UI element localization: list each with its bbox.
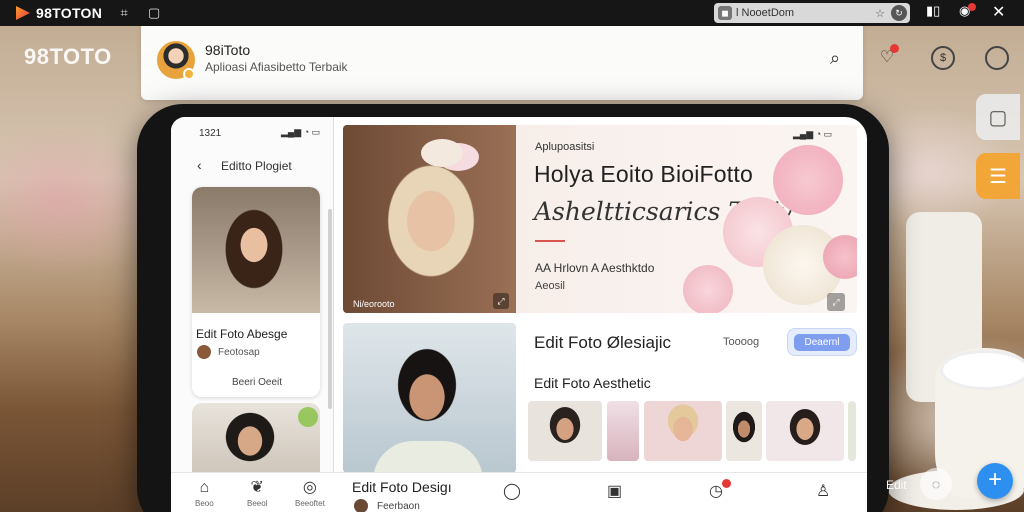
hero-caption: Ni/eorooto [353, 299, 395, 309]
bottom-nav: ⌂ Beoo ❦ Beeol ◎ Beeoftet ◯ ▣ ◷ ♙ [171, 472, 867, 512]
shirt-decoration [373, 441, 483, 473]
profile-icon[interactable] [985, 46, 1009, 70]
editor-button[interactable]: Deaernl [787, 328, 857, 356]
top-bar: 98TOTON ⌗ ▢ ◼ l NooetDom ☆ ↻ ▮▯ ◉ ✕ [0, 0, 1024, 26]
square-icon[interactable]: ▢ [146, 5, 162, 21]
plus-icon: + [987, 466, 1002, 493]
check-icon: ◎ [302, 479, 317, 496]
star-icon[interactable]: ☆ [875, 7, 885, 20]
close-icon[interactable]: ✕ [992, 2, 1005, 22]
nav-label: Beeoftet [295, 499, 325, 508]
card-title: Edit Foto Abesge [196, 327, 288, 341]
status-icons: ▂▄▆ ◔ ▭ [281, 127, 321, 137]
cup-rim-decoration [940, 350, 1024, 390]
header-subtitle: Aplioasi Afiasibetto Terbaik [205, 60, 348, 74]
editor-label: Toooog [723, 336, 760, 348]
card-badge [298, 407, 318, 427]
nav-leaf[interactable]: ❦ Beeol [247, 479, 267, 508]
account-icon: ♙ [816, 483, 831, 500]
link-icon[interactable]: ⌗ [116, 5, 132, 21]
user-icon: ◯ [503, 483, 521, 500]
hero-photo: Ni/eorooto ⤢ [343, 125, 516, 313]
status-icons: ▂▄▆ ◔ ▭ [793, 129, 833, 139]
bottom-edit-title: Edit Foto Desigı [352, 479, 452, 495]
status-time: 1321 [199, 128, 222, 139]
thumbnail[interactable] [726, 401, 762, 461]
ghost-edit-label: Edit [886, 478, 907, 492]
stack-button[interactable]: ☰ [976, 153, 1020, 199]
header-notification-badge [890, 44, 899, 53]
coin-icon[interactable]: $ [931, 46, 955, 70]
app-header: 98iToto Aplioasi Afiasibetto Terbaik ⌕ ♡… [141, 26, 1009, 100]
bookmark-icon[interactable]: ▮▯ [926, 3, 940, 19]
play-logo-icon [16, 6, 30, 20]
add-button[interactable]: + [977, 463, 1013, 499]
bottom-author: Feerbaon [377, 501, 420, 512]
address-bar[interactable]: ◼ l NooetDom ☆ ↻ [714, 3, 910, 23]
clock-icon: ◷ [709, 483, 723, 500]
divider [535, 240, 565, 242]
stack-icon: ☰ [989, 165, 1007, 188]
clipboard-button[interactable]: ▢ [976, 94, 1020, 140]
phone-screen: 1321 ▂▄▆ ◔ ▭ ‹ Editto Plogiet Edit Foto … [171, 117, 867, 512]
author-avatar [197, 345, 211, 359]
thumbnail[interactable] [607, 401, 639, 461]
panel-title: Editto Plogiet [221, 159, 292, 173]
nav-badge [722, 479, 731, 488]
nav-home[interactable]: ⌂ Beoo [195, 479, 214, 508]
clipboard-icon: ▢ [988, 106, 1008, 129]
hero-description-2: Aeosil [535, 280, 565, 292]
leaf-icon: ❦ [250, 479, 264, 496]
photo-card[interactable] [192, 403, 320, 473]
scrollbar[interactable] [328, 209, 332, 409]
rose-decoration [683, 265, 733, 313]
left-panel: 1321 ▂▄▆ ◔ ▭ ‹ Editto Plogiet Edit Foto … [171, 117, 334, 473]
expand-icon[interactable]: ⤢ [827, 293, 845, 311]
home-icon: ⌂ [199, 479, 210, 496]
thumbnail[interactable] [528, 401, 602, 461]
portrait-photo [192, 187, 320, 313]
nav-history[interactable]: ◷ [709, 483, 723, 501]
refresh-icon[interactable]: ↻ [891, 5, 907, 21]
thumbnail[interactable] [644, 401, 722, 461]
notification-badge [968, 3, 976, 11]
app-title: 98TOTON [36, 5, 103, 21]
portrait-photo[interactable] [343, 323, 516, 473]
hair-bow-decoration [421, 139, 463, 167]
address-text[interactable]: l NooetDom [736, 7, 875, 19]
avatar-badge [183, 68, 195, 80]
back-icon[interactable]: ‹ [197, 157, 202, 173]
editor-button-label[interactable]: Deaernl [794, 333, 850, 351]
card-author: Feotosap [218, 347, 260, 358]
ghost-badge-icon[interactable]: ◌ [920, 468, 952, 500]
nav-label: Beeol [247, 499, 268, 508]
editor-subtitle: Edit Foto Aesthetic [534, 375, 651, 391]
hero-title: Holya Eoito BioiFotto [534, 161, 753, 187]
photo-card[interactable]: Edit Foto Abesge Feotosap Beeri Oeeit [192, 187, 320, 397]
author-avatar [354, 499, 368, 512]
lock-icon: ◼ [718, 6, 732, 20]
thumbnail[interactable] [766, 401, 844, 461]
hero-description: AA Hrlovn A Aesthktdo [535, 261, 655, 275]
expand-icon[interactable]: ⤢ [493, 293, 509, 309]
editor-title: Edit Foto Ølesiajic [534, 333, 671, 352]
nav-account[interactable]: ♙ [816, 483, 830, 501]
thumbnail[interactable] [848, 401, 856, 461]
card-button[interactable]: Beeri Oeeit [232, 377, 282, 388]
nav-check[interactable]: ◎ Beeoftet [295, 479, 325, 508]
hero-kicker: Aplupoasitsi [535, 141, 595, 153]
nav-profile[interactable]: ◯ [503, 483, 521, 501]
header-title: 98iToto [205, 42, 251, 58]
nav-gallery[interactable]: ▣ [607, 483, 622, 501]
hero-banner[interactable]: Ni/eorooto ⤢ Aplupoasitsi Holya Eoito Bi… [343, 125, 857, 313]
image-icon: ▣ [607, 483, 623, 500]
rose-decoration [773, 145, 843, 215]
nav-label: Beoo [195, 499, 214, 508]
search-icon[interactable]: ⌕ [823, 46, 847, 70]
watermark-logo: 98TOTO [24, 44, 112, 69]
